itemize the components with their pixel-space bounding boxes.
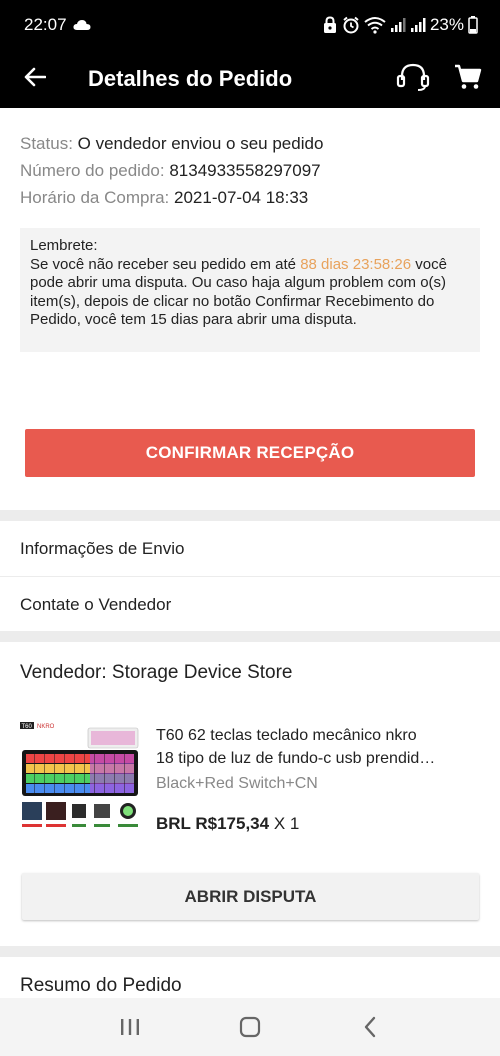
order-number: Número do pedido: 8134933558297097 [20,161,321,180]
battery-icon [468,16,478,34]
order-date: Horário da Compra: 2021-07-04 18:33 [20,188,309,207]
summary-section: Resumo do Pedido [0,957,500,998]
links-section: Informações de Envio Contate o Vendedor [0,521,500,631]
cart-icon[interactable] [454,63,482,96]
alarm-icon [342,16,360,34]
page-title: Detalhes do Pedido [88,66,293,91]
open-dispute-button[interactable]: ABRIR DISPUTA [22,873,479,920]
app-bar: Detalhes do Pedido [0,50,500,108]
countdown: 88 dias 23:58:26 [300,255,412,273]
status-bar: 22:07 23% [0,0,500,50]
back-button[interactable] [0,50,70,108]
signal-icon [390,17,406,33]
reminder-box: Lembrete: Se você não receber seu pedido… [20,228,480,352]
wifi-icon [364,16,386,34]
image-label-nkro: NKRO [37,724,55,730]
contact-seller-link[interactable]: Contate o Vendedor [0,577,500,633]
summary-title: Resumo do Pedido [20,975,182,996]
order-status: Status: O vendedor enviou o seu pedido [20,134,324,153]
arrow-left-icon [24,67,47,92]
seller-title: Vendedor: Storage Device Store [20,662,293,683]
confirm-receipt-button[interactable]: CONFIRMAR RECEPÇÃO [25,429,475,477]
lock-icon [322,16,338,34]
product-price: BRL R$175,34 X 1 [156,814,300,833]
back-icon[interactable] [350,1007,390,1047]
product-quantity: X 1 [273,814,300,833]
product-variant: Black+Red Switch+CN [156,775,318,792]
shipping-info-link[interactable]: Informações de Envio [0,521,500,577]
battery-level: 23% [429,15,464,34]
product-image[interactable]: T60 NKRO [20,720,142,840]
seller-section: Vendedor: Storage Device Store T60 NKRO [0,642,500,946]
order-details-section: Status: O vendedor enviou o seu pedido N… [0,108,500,510]
signal-icon [410,17,426,33]
recent-apps-icon[interactable] [110,1007,150,1047]
headset-icon[interactable] [396,62,430,97]
home-icon[interactable] [230,1007,270,1047]
status-time: 22:07 [24,15,67,34]
reminder-title: Lembrete: [30,237,98,254]
reminder-text: Se você não receber seu pedido em até 88… [30,255,447,329]
system-nav-bar [0,998,500,1056]
product-title[interactable]: T60 62 teclas teclado mecânico nkro 18 t… [156,724,482,770]
cloud-icon [72,19,91,31]
image-label-model: T60 [22,724,33,730]
